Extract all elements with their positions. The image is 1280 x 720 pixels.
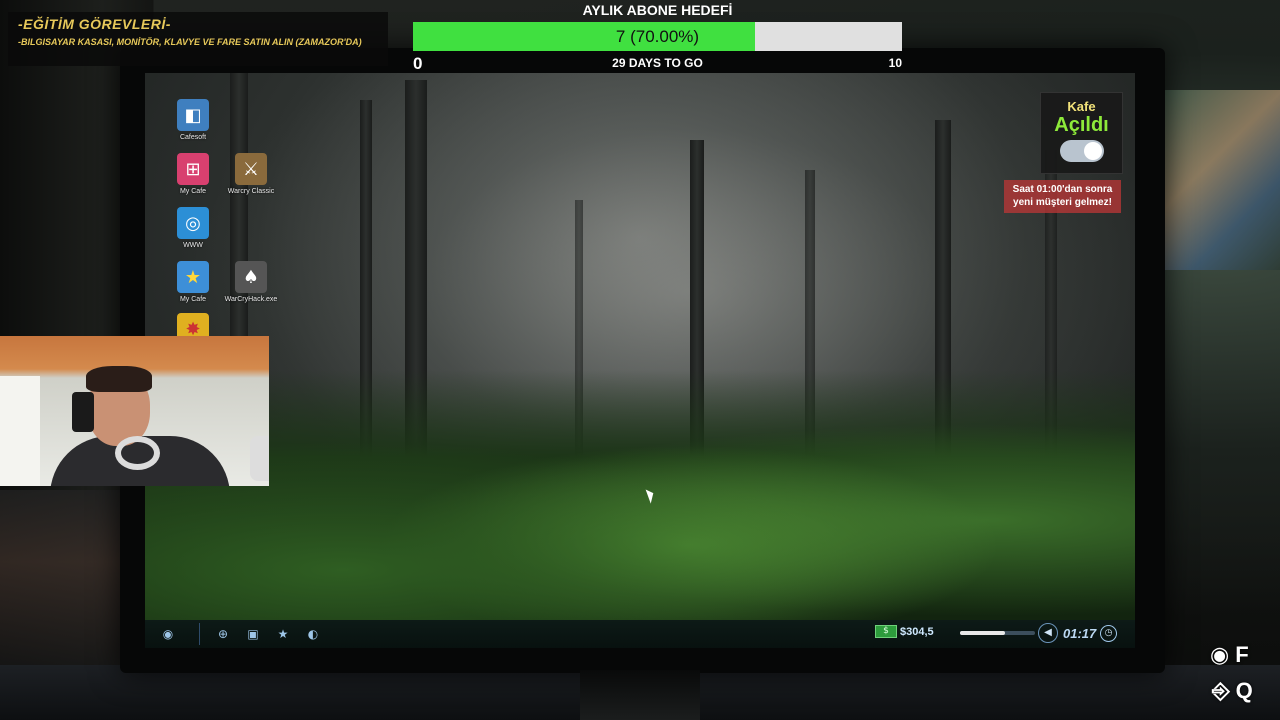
cash-icon: $: [875, 625, 897, 638]
my-cafe-star-icon: ★: [177, 261, 209, 293]
exit-key: Q: [1235, 678, 1253, 703]
globe-icon[interactable]: ⊕: [212, 623, 234, 645]
exit-door-icon: ⎆: [1212, 678, 1230, 704]
cafe-state: Açıldı: [1054, 114, 1109, 136]
start-icon[interactable]: ◉: [157, 623, 179, 645]
fern-foliage: [145, 370, 1135, 620]
desktop-screen[interactable]: ◧ Cafesoft ⊞ My Cafe ⚔ Warcry Classic ◎ …: [145, 73, 1135, 620]
headphones: [115, 436, 160, 470]
desktop-icon-cafesoft[interactable]: ◧ Cafesoft: [158, 99, 228, 141]
desktop-icon-label: Cafesoft: [179, 134, 207, 141]
look-key: F: [1235, 642, 1249, 667]
cafesoft-icon: ◧: [177, 99, 209, 131]
steam-icon[interactable]: ◐: [302, 623, 324, 645]
taskbar-clock: 01:17: [1063, 626, 1097, 641]
desktop-icon-label: WarCryHack.exe: [224, 296, 278, 303]
subscriber-goal-text: 7 (70.00%): [615, 27, 700, 46]
wall-mural: [1165, 90, 1280, 270]
volume-level: [960, 631, 1005, 635]
training-task-item: -BILGISAYAR KASASI, MONİTÖR, KLAVYE VE F…: [18, 37, 362, 47]
taskbar-separator: [199, 623, 200, 645]
phone: [72, 392, 94, 432]
training-tasks-title: -EĞİTİM GÖREVLERİ-: [18, 16, 171, 32]
warcry-classic-icon: ⚔: [235, 153, 267, 185]
taskbar: ◉ ⊕ ▣ ★ ◐ $ $304,5 ◀ 01:17 ◷: [145, 620, 1135, 648]
cafe-closing-warning: Saat 01:00'dan sonra yeni müşteri gelmez…: [1004, 180, 1121, 213]
desktop-icon-warcry-classic[interactable]: ⚔ Warcry Classic: [216, 153, 286, 195]
speaker-icon[interactable]: ◀: [1038, 623, 1058, 643]
toggle-knob: [1083, 142, 1102, 160]
volume-slider[interactable]: [960, 631, 1035, 635]
my-cafe-network-icon: ⊞: [177, 153, 209, 185]
cafe-open-toggle[interactable]: [1059, 140, 1104, 162]
desktop-icon-label: Warcry Classic: [227, 188, 275, 195]
streamer-hair: [86, 366, 152, 392]
subscriber-goal-max: 10: [888, 56, 902, 70]
star-icon[interactable]: ★: [272, 623, 294, 645]
money-display: $ $304,5: [875, 625, 934, 638]
look-hint[interactable]: ◉ F: [1210, 642, 1249, 668]
subscriber-goal-bar: 7 (70.00%): [413, 22, 902, 51]
webcam-fan: [250, 436, 269, 481]
clock-icon[interactable]: ◷: [1100, 625, 1117, 642]
left-shelf: [0, 490, 140, 670]
desktop-icon-label: WWW: [183, 242, 203, 249]
eye-icon: ◉: [1210, 642, 1230, 668]
webcam-overlay: [0, 336, 269, 486]
subscriber-goal-title: AYLIK ABONE HEDEFİ: [582, 2, 733, 18]
cafe-label: Kafe: [1067, 99, 1096, 114]
subscriber-goal-days-left: 29 DAYS TO GO: [612, 56, 703, 70]
monitor-stand: [580, 670, 700, 720]
floppy-icon[interactable]: ▣: [242, 623, 264, 645]
money-amount: $304,5: [900, 625, 934, 638]
desktop-icon-www[interactable]: ◎ WWW: [158, 207, 228, 249]
cafe-status-widget: Kafe Açıldı: [1040, 92, 1123, 174]
training-tasks-panel: -EĞİTİM GÖREVLERİ- -BILGISAYAR KASASI, M…: [8, 12, 388, 66]
spade-hack-icon: ♠: [235, 261, 267, 293]
desktop-icon-warcryhack[interactable]: ♠ WarCryHack.exe: [216, 261, 286, 303]
webcam-window-light: [0, 376, 40, 486]
globe-icon: ◎: [177, 207, 209, 239]
exit-hint[interactable]: ⎆ Q: [1212, 678, 1253, 704]
